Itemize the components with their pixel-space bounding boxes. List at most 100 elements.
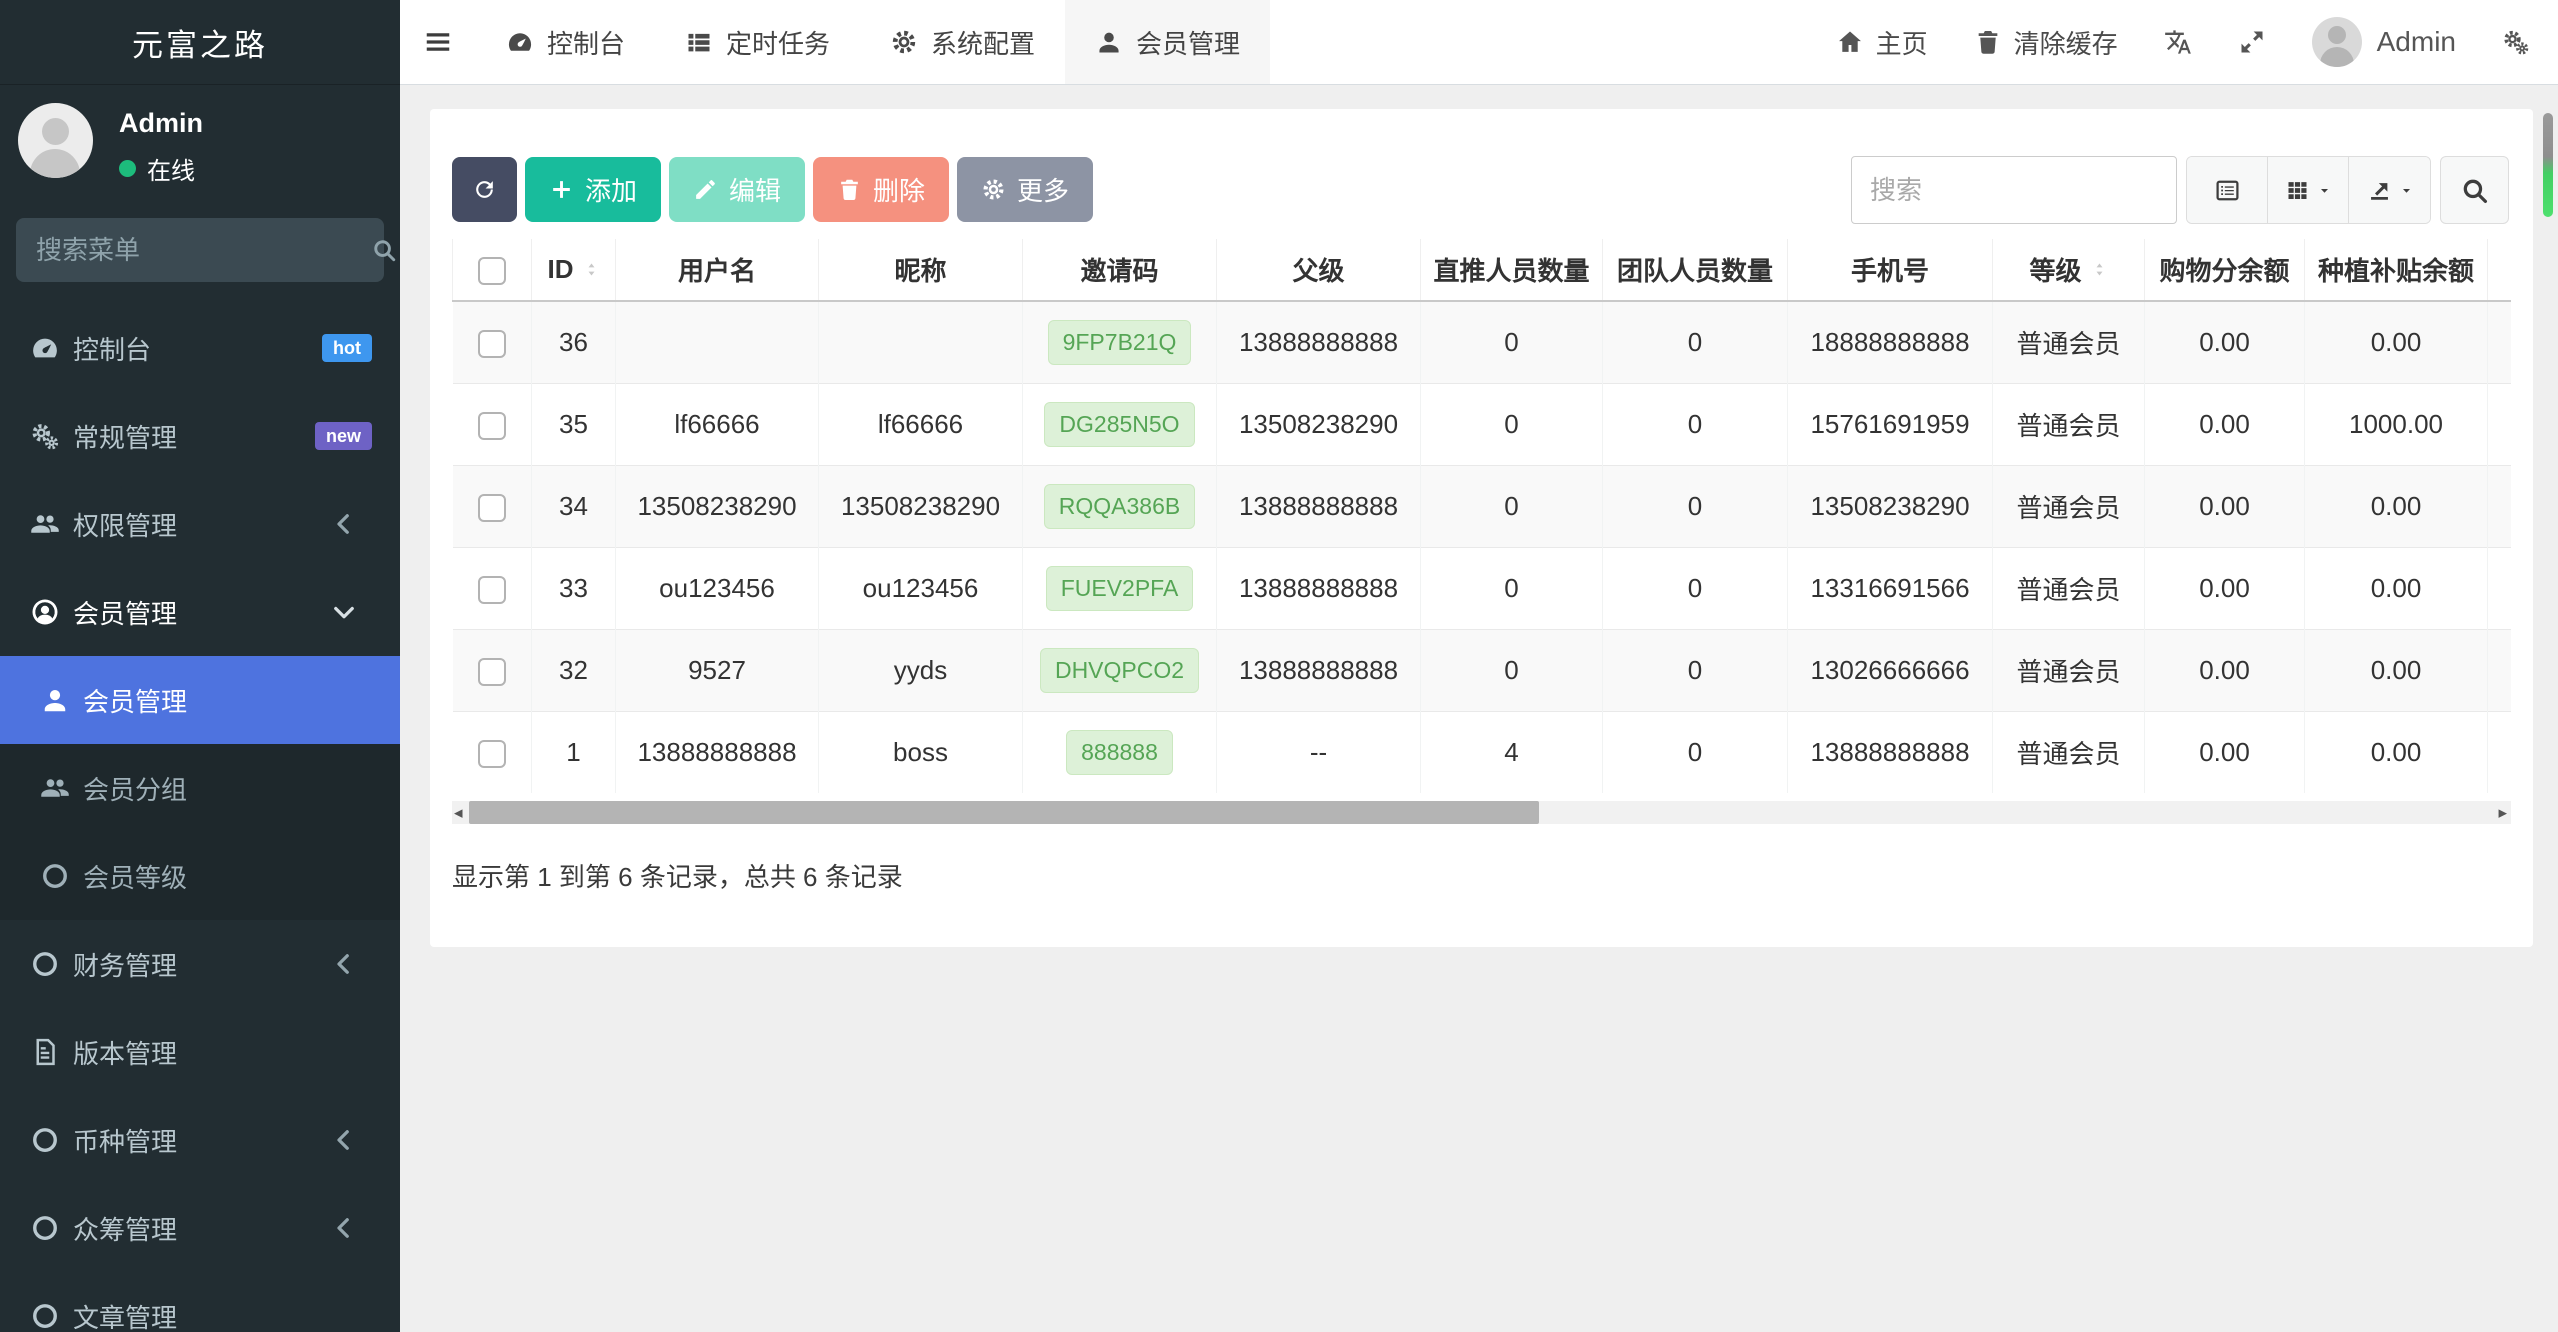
cell-username: ou123456 — [615, 546, 819, 629]
navbar: 控制台 定时任务 系统配置 会员管理 主页 清除缓存 Admin — [400, 0, 2558, 85]
sidebar-search-input[interactable] — [36, 234, 371, 266]
cell-nickname: boss — [818, 710, 1023, 793]
settings-button[interactable] — [2502, 28, 2530, 56]
user-icon — [40, 685, 70, 715]
row-checkbox[interactable] — [477, 493, 506, 522]
tachometer-icon — [30, 333, 60, 363]
edit-button[interactable]: 编辑 — [669, 157, 806, 222]
cell-checkbox — [452, 464, 532, 547]
translate-icon — [2164, 28, 2192, 56]
row-checkbox[interactable] — [477, 411, 506, 440]
table-row[interactable]: 1 13888888888 boss 888888 -- 4 0 13888888888 普通会… — [452, 710, 2511, 793]
users-icon — [40, 773, 70, 803]
sidebar-subitem[interactable]: 会员分组 — [0, 744, 400, 832]
detail-view-button[interactable] — [2187, 157, 2268, 223]
sidebar-item[interactable]: 版本管理 — [0, 1008, 400, 1096]
cell-direct_count: 4 — [1420, 710, 1603, 793]
user-status-label: 在线 — [147, 158, 195, 185]
cell-invite_code: FUEV2PFA — [1022, 546, 1217, 629]
table-header-row: ID 用户名 昵称 邀请码 父级 直推人员数量 团队人员数量 手机号 等级 购物分余额 种植补贴余额 — [452, 239, 2511, 302]
table-row[interactable]: 36 9FP7B21Q 13888888888 0 0 18888888888 普通会员 0.… — [452, 300, 2511, 383]
row-checkbox[interactable] — [477, 329, 506, 358]
scroll-right-arrow-icon[interactable]: ▸ — [2498, 801, 2507, 824]
pencil-icon — [693, 177, 718, 202]
horizontal-scrollbar[interactable]: ◂ ▸ — [452, 801, 2511, 824]
sidebar-subitem[interactable]: 会员等级 — [0, 832, 400, 920]
row-checkbox[interactable] — [477, 739, 506, 768]
nav-tab[interactable]: 会员管理 — [1065, 0, 1271, 84]
sidebar-toggle-button[interactable] — [400, 0, 476, 84]
cell-shopping_balance: 0.00 — [2144, 300, 2305, 383]
sidebar-subitem[interactable]: 会员管理 — [0, 656, 400, 744]
sort-icon — [2091, 256, 2108, 283]
column-header-label: 邀请码 — [1080, 256, 1159, 286]
caret-down-icon — [2399, 183, 2414, 198]
cell-empty — [2487, 300, 2511, 383]
more-label: 更多 — [1017, 176, 1070, 206]
horizontal-scrollbar-thumb[interactable] — [469, 801, 1539, 824]
sidebar-item[interactable]: 众筹管理 — [0, 1184, 400, 1272]
sidebar: 元富之路 Admin 在线 控制台hot常规管理new权限管理会员管理会员管理会… — [0, 0, 400, 1332]
cell-phone: 18888888888 — [1787, 300, 1993, 383]
cell-phone: 15761691959 — [1787, 382, 1993, 465]
table-row[interactable]: 33 ou123456 ou123456 FUEV2PFA 13888888888 0 0 1… — [452, 546, 2511, 629]
table-row[interactable]: 35 lf66666 lf66666 DG285N5O 13508238290 0 0 157… — [452, 382, 2511, 465]
avatar — [18, 103, 93, 178]
table-search-input[interactable] — [1851, 156, 2177, 224]
nav-tab[interactable]: 控制台 — [476, 0, 655, 84]
column-header[interactable]: ID — [531, 239, 616, 302]
column-header-label: 等级 — [2029, 256, 2082, 286]
sidebar-item[interactable]: 财务管理 — [0, 920, 400, 1008]
sidebar-item-label: 众筹管理 — [73, 1214, 178, 1245]
row-checkbox[interactable] — [477, 575, 506, 604]
nav-tab-label: 控制台 — [547, 28, 626, 59]
cell-empty — [2487, 546, 2511, 629]
column-header[interactable]: 等级 — [1992, 239, 2145, 302]
sidebar-item[interactable]: 文章管理 — [0, 1272, 400, 1332]
cell-username: 9527 — [615, 628, 819, 711]
nav-tab[interactable]: 定时任务 — [655, 0, 860, 84]
search-submit-button[interactable] — [2440, 156, 2509, 224]
scroll-left-arrow-icon[interactable]: ◂ — [454, 801, 463, 824]
cell-shopping_balance: 0.00 — [2144, 546, 2305, 629]
chevron-down-icon — [329, 597, 359, 627]
language-button[interactable] — [2164, 28, 2192, 56]
table-row[interactable]: 32 9527 yyds DHVQPCO2 13888888888 0 0 130266666… — [452, 628, 2511, 711]
cell-nickname: yyds — [818, 628, 1023, 711]
more-button[interactable]: 更多 — [957, 157, 1094, 222]
sidebar-item[interactable]: 权限管理 — [0, 480, 400, 568]
columns-button[interactable] — [2268, 157, 2349, 223]
users-icon — [30, 509, 60, 539]
cell-invite_code: DG285N5O — [1022, 382, 1217, 465]
plus-icon — [549, 177, 574, 202]
sidebar-item[interactable]: 会员管理 — [0, 568, 400, 656]
edit-label: 编辑 — [729, 176, 782, 206]
nav-tab[interactable]: 系统配置 — [860, 0, 1065, 84]
home-link[interactable]: 主页 — [1836, 24, 1928, 61]
navbar-right: 主页 清除缓存 Admin — [1836, 0, 2558, 84]
header-checkbox-cell — [452, 239, 532, 302]
cell-id: 32 — [531, 628, 616, 711]
delete-button[interactable]: 删除 — [813, 157, 950, 222]
cell-team_count: 0 — [1602, 710, 1788, 793]
sidebar-item[interactable]: 控制台 hot — [0, 304, 400, 392]
cell-team_count: 0 — [1602, 546, 1788, 629]
row-checkbox[interactable] — [477, 657, 506, 686]
chevron-left-icon — [329, 1125, 359, 1155]
column-header-label: ID — [547, 254, 574, 284]
vertical-scrollbar-thumb[interactable] — [2543, 113, 2553, 217]
user-menu[interactable]: Admin — [2311, 17, 2456, 67]
select-all-checkbox[interactable] — [478, 257, 506, 286]
member-table-wrap: ID 用户名 昵称 邀请码 父级 直推人员数量 团队人员数量 手机号 等级 购物分余额 种植补贴余额… — [452, 239, 2511, 797]
export-button[interactable] — [2349, 157, 2430, 223]
cell-planting_balance: 1000.00 — [2304, 382, 2488, 465]
clear-cache-link[interactable]: 清除缓存 — [1974, 24, 2118, 61]
sidebar-item[interactable]: 币种管理 — [0, 1096, 400, 1184]
add-button[interactable]: 添加 — [525, 157, 662, 222]
sidebar-item[interactable]: 常规管理 new — [0, 392, 400, 480]
refresh-button[interactable] — [452, 157, 517, 222]
member-table: ID 用户名 昵称 邀请码 父级 直推人员数量 团队人员数量 手机号 等级 购物分余额 种植补贴余额… — [452, 239, 2511, 793]
fullscreen-button[interactable] — [2238, 28, 2266, 56]
cell-team_count: 0 — [1602, 300, 1788, 383]
table-row[interactable]: 34 13508238290 13508238290 RQQA386B 13888888… — [452, 464, 2511, 547]
